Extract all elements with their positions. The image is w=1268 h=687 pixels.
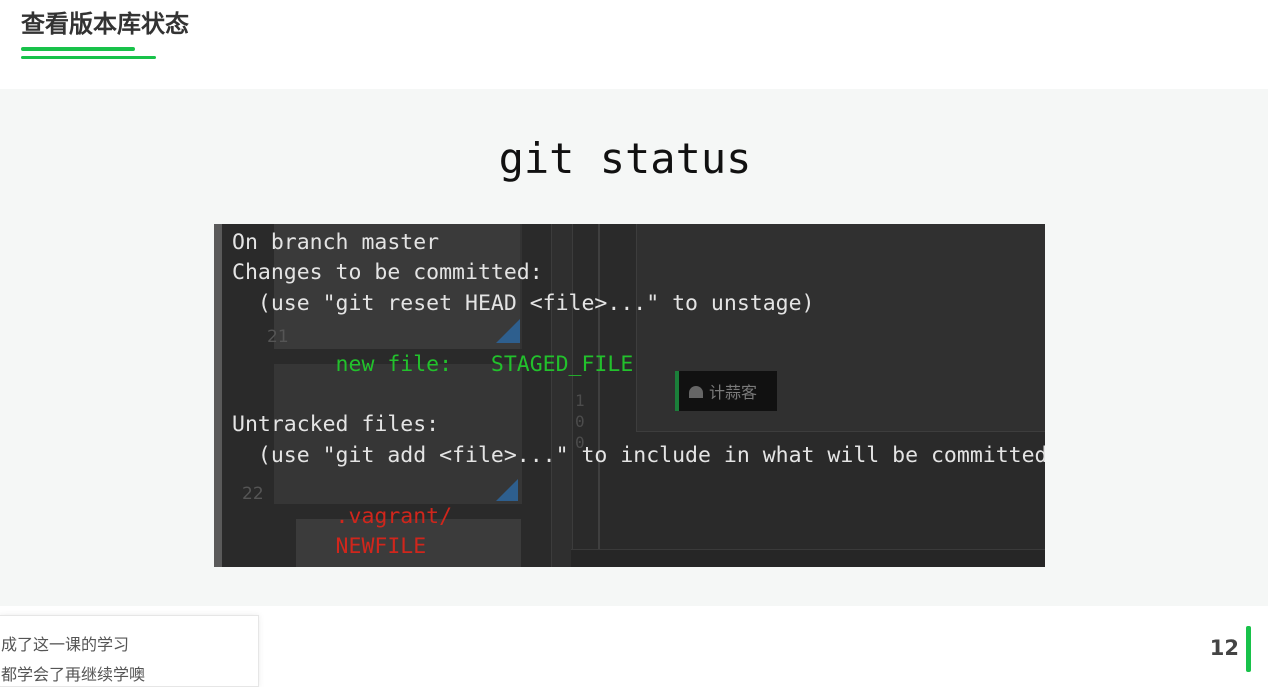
- title-underline-primary: [21, 47, 135, 51]
- terminal-line: Untracked files:: [232, 412, 440, 438]
- page-title: 查看版本库状态: [21, 10, 189, 38]
- slide-header: 查看版本库状态: [0, 0, 1268, 89]
- terminal-line: Changes to be committed:: [232, 260, 543, 286]
- terminal-line: .vagrant/: [232, 503, 453, 529]
- terminal-screenshot: 21 22 1 0 0 计蒜客 On branch master Changes …: [214, 224, 1045, 567]
- terminal-line: On branch master: [232, 230, 440, 255]
- slide-content: git status 21 22 1 0 0 计蒜客 On branch mas…: [0, 89, 1268, 606]
- chat-notification[interactable]: 成了这一课的学习 都学会了再继续学噢: [0, 615, 259, 687]
- chat-message-line: 都学会了再继续学噢: [1, 665, 146, 684]
- command-heading: git status: [498, 134, 752, 183]
- terminal-line: new file: STAGED_FILE: [232, 351, 634, 377]
- title-underline-secondary: [21, 56, 156, 59]
- terminal-line: (use "git reset HEAD <file>..." to unsta…: [232, 290, 815, 316]
- background-window-edge: [214, 224, 222, 567]
- page-indicator-bar: [1246, 626, 1251, 672]
- page-number: 12: [1209, 636, 1239, 660]
- terminal-output: On branch master Changes to be committed:…: [232, 228, 1045, 562]
- terminal-line: (use "git add <file>..." to include in w…: [232, 442, 1045, 468]
- terminal-line: NEWFILE: [232, 533, 427, 559]
- chat-message-line: 成了这一课的学习: [1, 635, 130, 654]
